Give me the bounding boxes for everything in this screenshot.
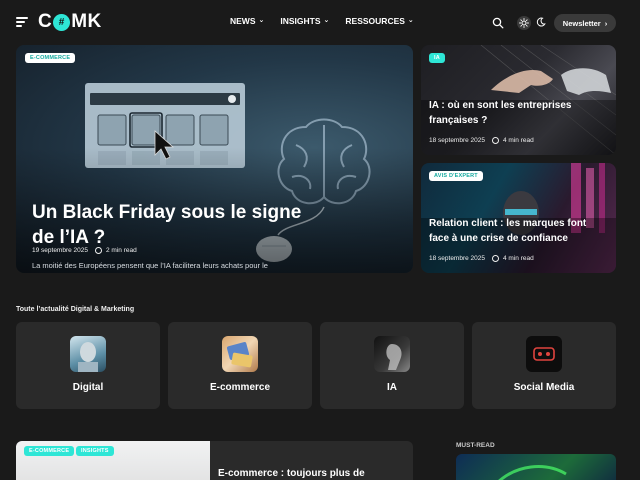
category-label: Digital (72, 382, 104, 393)
hero-article-card[interactable]: E-COMMERCE Un Black Friday sous le signe… (16, 45, 413, 273)
category-thumbnail (374, 336, 410, 372)
category-thumbnail (222, 336, 258, 372)
nav-ressources-label: RESSOURCES (345, 16, 405, 26)
category-card-ecommerce[interactable]: E-commerce (168, 322, 312, 409)
side-card-title[interactable]: Relation client : les marques font face … (429, 216, 599, 246)
category-badge[interactable]: E-COMMERCE (24, 446, 75, 456)
must-read-heading: MUST-READ (456, 442, 495, 449)
clock-icon (95, 247, 103, 254)
category-label: IA (387, 382, 397, 393)
publish-date: 19 septembre 2025 (32, 247, 89, 254)
chevron-down-icon: ⌄ (258, 17, 265, 24)
site-logo[interactable]: C # MK (38, 11, 102, 33)
category-thumbnail (526, 336, 562, 372)
publish-date: 18 septembre 2025 (429, 137, 486, 144)
publish-date: 18 septembre 2025 (429, 255, 486, 262)
category-card-ia[interactable]: IA (320, 322, 464, 409)
hero-meta: 19 septembre 2025 2 min read (32, 247, 137, 254)
side-card-meta: 18 septembre 2025 4 min read (429, 255, 534, 262)
nav-insights-label: INSIGHTS (280, 16, 321, 26)
nav-ressources[interactable]: RESSOURCES ⌄ (345, 16, 413, 26)
hero-title[interactable]: Un Black Friday sous le signe de l’IA ? (32, 200, 302, 250)
nav-insights[interactable]: INSIGHTS ⌄ (280, 16, 329, 26)
category-label: E-commerce (209, 382, 271, 393)
chevron-down-icon: ⌄ (323, 17, 330, 24)
menu-icon[interactable] (16, 17, 28, 27)
article-card[interactable]: E-COMMERCE INSIGHTS E-commerce : toujour… (16, 441, 413, 480)
read-time: 4 min read (503, 137, 534, 144)
side-article-card[interactable]: AVIS D'EXPERT Relation client : les marq… (421, 163, 616, 273)
article-title[interactable]: E-commerce : toujours plus de (218, 468, 365, 479)
must-read-card[interactable] (456, 454, 616, 480)
category-label: Social Media (513, 382, 575, 393)
site-header: C # MK NEWS ⌄ INSIGHTS ⌄ RESSOURCES ⌄ News… (0, 0, 640, 45)
sun-icon (517, 15, 531, 30)
newsletter-button[interactable]: Newsletter › (554, 14, 616, 32)
theme-toggle[interactable] (513, 14, 547, 31)
read-time: 2 min read (106, 247, 137, 254)
category-badge[interactable]: IA (429, 53, 445, 63)
category-badge[interactable]: INSIGHTS (76, 446, 114, 456)
hero-excerpt: La moitié des Européens pensent que l’IA… (32, 261, 268, 273)
logo-letter: C (38, 11, 53, 32)
logo-letters: MK (71, 11, 102, 32)
chevron-down-icon: ⌄ (407, 17, 414, 24)
newsletter-label: Newsletter (562, 18, 601, 28)
main-nav: NEWS ⌄ INSIGHTS ⌄ RESSOURCES ⌄ (230, 16, 414, 26)
category-badge[interactable]: AVIS D'EXPERT (429, 171, 483, 181)
category-thumbnail (70, 336, 106, 372)
clock-icon (492, 137, 500, 144)
nav-news-label: NEWS (230, 16, 256, 26)
category-card-digital[interactable]: Digital (16, 322, 160, 409)
search-icon[interactable] (492, 16, 504, 29)
section-title: Toute l’actualité Digital & Marketing (16, 306, 135, 313)
side-article-card[interactable]: IA IA : où en sont les entreprises franç… (421, 45, 616, 155)
nav-news[interactable]: NEWS ⌄ (230, 16, 264, 26)
clock-icon (492, 255, 500, 262)
chevron-right-icon: › (604, 18, 608, 28)
category-card-social-media[interactable]: Social Media (472, 322, 616, 409)
side-card-title[interactable]: IA : où en sont les entreprises français… (429, 98, 599, 128)
side-card-meta: 18 septembre 2025 4 min read (429, 137, 534, 144)
read-time: 4 min read (503, 255, 534, 262)
logo-mark: # (53, 13, 71, 31)
moon-icon (536, 14, 546, 32)
category-badge[interactable]: E-COMMERCE (25, 53, 76, 63)
